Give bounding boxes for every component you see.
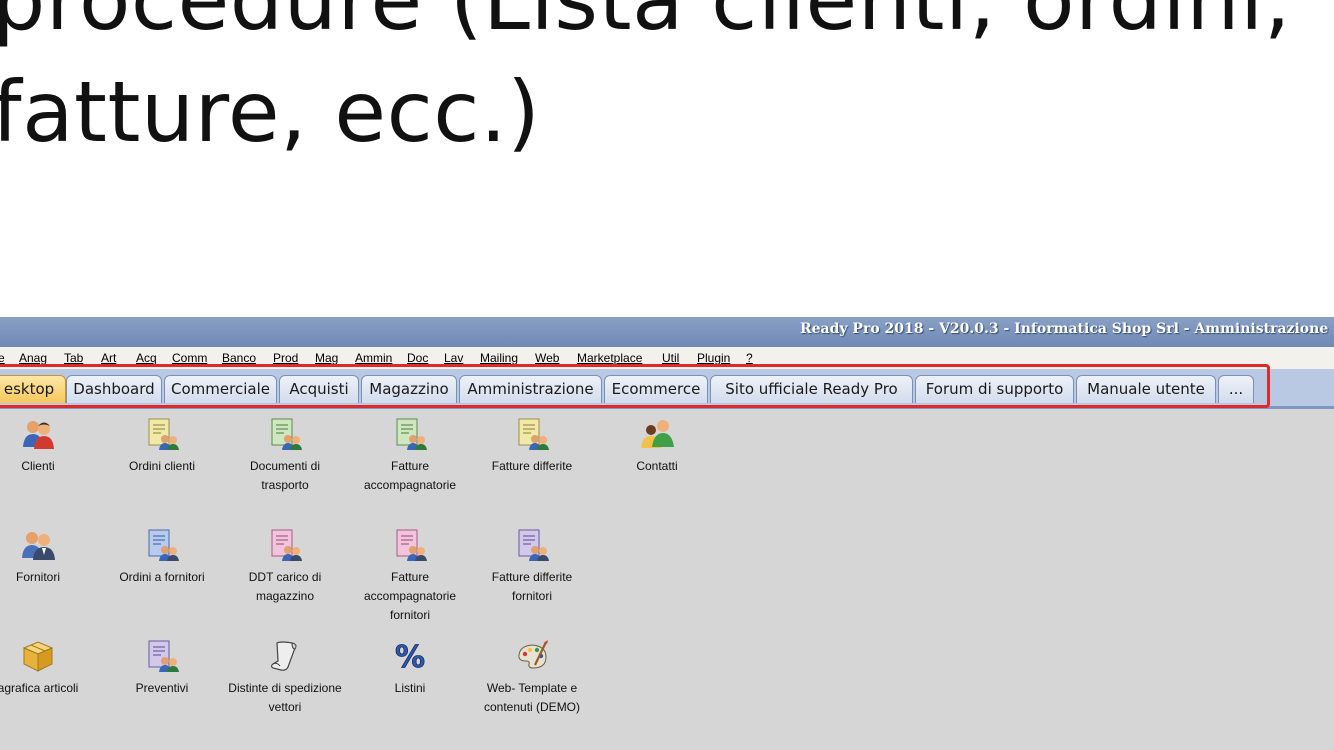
menu-item-anag[interactable]: Anag — [19, 351, 47, 365]
document-people-green-icon — [396, 418, 427, 450]
desktop-item-label: Clienti — [21, 459, 55, 473]
desktop-item-label: Ordini a fornitori — [119, 570, 205, 584]
desktop-item-label: Fatture accompagnatorie fornitori — [363, 570, 457, 622]
menu-item-acq[interactable]: Acq — [136, 351, 157, 365]
menu-item-banco[interactable]: Banco — [222, 351, 256, 365]
svg-text:%: % — [395, 640, 425, 673]
desktop-item-label: Contatti — [636, 459, 678, 473]
menu-item-art[interactable]: Art — [101, 351, 116, 365]
desktop-item-listini[interactable]: % Listini — [350, 639, 470, 698]
window-title: Ready Pro 2018 - V20.0.3 - Informatica S… — [800, 321, 1334, 337]
document-people-yellow-icon — [148, 418, 179, 450]
slide-title-line-2: fatture, ecc.) — [0, 63, 541, 161]
desktop-item-fatture-differite[interactable]: Fatture differite — [472, 417, 592, 476]
desktop-item-preventivi[interactable]: Preventivi — [102, 639, 222, 698]
menu-item-file[interactable]: e — [0, 351, 5, 365]
menu-item-ammin[interactable]: Ammin — [355, 351, 392, 365]
suppliers-icon — [22, 532, 55, 560]
desktop-item-ordini-clienti[interactable]: Ordini clienti — [102, 417, 222, 476]
contacts-icon — [641, 420, 674, 448]
menu-item-marketplace[interactable]: Marketplace — [577, 351, 642, 365]
desktop-item-ddt-carico[interactable]: DDT carico di magazzino — [225, 528, 345, 606]
document-people-pink-icon — [396, 529, 427, 561]
desktop-item-label: Fatture differite fornitori — [491, 570, 573, 603]
document-people-yellow-icon — [518, 418, 549, 450]
document-people-green-icon — [271, 418, 302, 450]
slide-title: procedure (Lista clienti, ordini, fattur… — [0, 0, 1334, 168]
desktop-item-label: Ordini clienti — [128, 459, 196, 473]
document-people-blue-icon — [148, 529, 179, 561]
box-icon — [22, 641, 54, 672]
desktop-item-label: Web- Template e contenuti (DEMO) — [483, 681, 581, 714]
desktop-item-clienti[interactable]: Clienti — [0, 417, 98, 476]
document-people-purple-icon — [148, 640, 179, 672]
desktop-item-fatture-accompagnatorie[interactable]: Fatture accompagnatorie — [350, 417, 470, 495]
desktop-item-anagrafica-articoli[interactable]: agrafica articoli — [0, 639, 98, 698]
desktop-item-ordini-fornitori[interactable]: Ordini a fornitori — [102, 528, 222, 587]
desktop-item-label: Preventivi — [135, 681, 189, 695]
window-titlebar[interactable]: Ready Pro 2018 - V20.0.3 - Informatica S… — [0, 317, 1334, 347]
menu-item-help[interactable]: ? — [746, 351, 753, 365]
slide-title-line-1: procedure (Lista clienti, ordini, — [0, 0, 1292, 49]
desktop-item-label: Listini — [394, 681, 426, 695]
desktop-item-label: Fatture differite — [491, 459, 573, 473]
tabs-highlight-box — [0, 364, 1270, 408]
menu-item-mailing[interactable]: Mailing — [480, 351, 518, 365]
desktop-item-contatti[interactable]: Contatti — [597, 417, 717, 476]
menu-item-plugin[interactable]: Plugin — [697, 351, 730, 365]
menu-item-doc[interactable]: Doc — [407, 351, 428, 365]
desktop-item-distinte-spedizione[interactable]: Distinte di spedizione vettori — [225, 639, 345, 717]
menu-item-web[interactable]: Web — [535, 351, 559, 365]
menu-item-mag[interactable]: Mag — [315, 351, 338, 365]
document-people-purple-icon — [518, 529, 549, 561]
percent-icon: % — [395, 640, 426, 673]
desktop-item-label: agrafica articoli — [0, 681, 79, 695]
people-icon — [23, 421, 54, 449]
desktop-item-web-template[interactable]: Web- Template e contenuti (DEMO) — [472, 639, 592, 717]
desktop-item-label: DDT carico di magazzino — [248, 570, 322, 603]
desktop-item-label: Fatture accompagnatorie — [363, 459, 457, 492]
menu-item-prod[interactable]: Prod — [273, 351, 298, 365]
desktop-item-fatture-accompagnatorie-fornitori[interactable]: Fatture accompagnatorie fornitori — [350, 528, 470, 625]
menu-item-tab[interactable]: Tab — [64, 351, 83, 365]
menu-item-util[interactable]: Util — [662, 351, 679, 365]
desktop-item-label: Documenti di trasporto — [249, 459, 321, 492]
scroll-icon — [270, 641, 297, 671]
palette-icon — [518, 640, 548, 669]
desktop-item-label: Distinte di spedizione vettori — [228, 681, 342, 714]
desktop-item-documenti-trasporto[interactable]: Documenti di trasporto — [225, 417, 345, 495]
desktop-item-label: Fornitori — [15, 570, 60, 584]
desktop-item-fatture-differite-fornitori[interactable]: Fatture differite fornitori — [472, 528, 592, 606]
desktop-item-fornitori[interactable]: Fornitori — [0, 528, 98, 587]
document-people-pink-icon — [271, 529, 302, 561]
menu-item-comm[interactable]: Comm — [172, 351, 207, 365]
menu-item-lav[interactable]: Lav — [444, 351, 463, 365]
